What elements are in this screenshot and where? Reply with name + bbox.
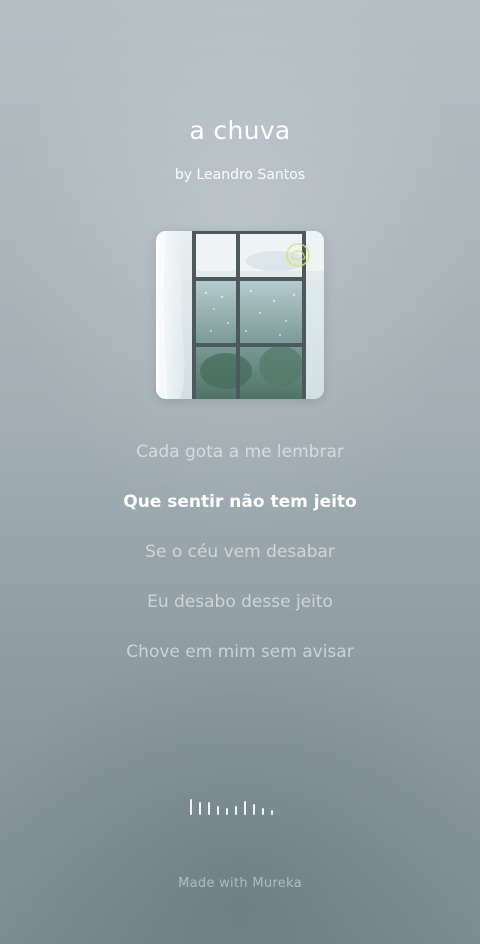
album-cover — [156, 231, 324, 399]
waveform-bar — [262, 808, 264, 815]
waveform-bar — [226, 808, 228, 815]
lyric-line: Eu desabo desse jeito — [147, 592, 333, 612]
waveform-bar — [235, 806, 237, 815]
waveform-bar — [253, 804, 255, 815]
waveform-bar — [190, 799, 192, 815]
audio-waveform-icon[interactable] — [190, 797, 290, 815]
song-title: a chuva — [189, 116, 291, 145]
lyric-line: Se o céu vem desabar — [145, 542, 335, 562]
waveform-bar — [271, 810, 273, 815]
lyric-line-current: Que sentir não tem jeito — [123, 492, 357, 512]
artist-name: by Leandro Santos — [174, 167, 306, 183]
waveform-bar — [208, 802, 210, 815]
waveform-bar — [244, 801, 246, 815]
lyric-line: Cada gota a me lembrar — [136, 442, 344, 462]
waveform-bar — [199, 802, 201, 815]
waveform-bar — [217, 806, 219, 815]
lyric-line: Chove em mim sem avisar — [126, 642, 354, 662]
made-with-footer: Made with Mureka — [178, 876, 302, 891]
lyrics-list: Cada gota a me lembrar Que sentir não tem… — [0, 440, 480, 690]
